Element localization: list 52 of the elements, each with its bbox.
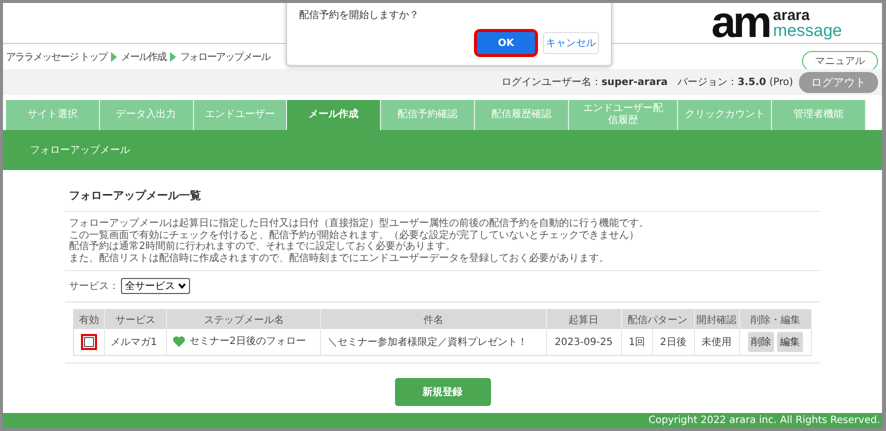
new-button[interactable]: 新規登録 — [394, 378, 490, 406]
logout-button[interactable]: ログアウト — [799, 72, 878, 92]
table-cell: 1回 — [621, 329, 652, 356]
breadcrumb-link[interactable]: メール作成 — [121, 50, 166, 64]
nav-tab[interactable]: サイト選択 — [6, 100, 100, 130]
description-text: フォローアップメールは起算日に指定した日付又は日付（直接指定）型ユーザー属性の前後の配信予約を自動的に行う機能です。 — [69, 218, 650, 230]
column-header: 起算日 — [546, 310, 622, 329]
table-cell: 未使用 — [694, 329, 740, 356]
nav-tab[interactable]: 管理者機能 — [772, 100, 866, 130]
enable-checkbox[interactable] — [84, 337, 94, 347]
table-cell: ＼セミナー参加者様限定／資料プレゼント！ — [320, 329, 546, 356]
column-header: 開封確認 — [694, 310, 740, 329]
column-header: サービス — [104, 310, 167, 329]
description-text: 配信予約は通常2時間前に行われますので、それまでに設定しておく必要があります。 — [69, 241, 456, 252]
column-header: ステップメール名 — [166, 310, 321, 329]
column-header: 削除・編集 — [739, 310, 812, 329]
table-cell: メルマガ1 — [104, 329, 167, 356]
service-select[interactable]: 全サービス — [121, 278, 190, 294]
logo-mark: am — [711, 6, 770, 40]
column-header: 有効 — [74, 310, 104, 329]
table-cell: 2日後 — [652, 329, 694, 356]
nav-tab[interactable]: メール作成 — [287, 100, 382, 130]
description-text: この一覧画面で有効にチェックを付けると、配信予約が開始されます。（必要な設定が完了していないとチェックできません） — [69, 230, 640, 240]
breadcrumb-link[interactable]: フォローアップメール — [180, 50, 270, 64]
logo-text: message — [773, 23, 842, 38]
section-title: フォローアップメール — [30, 144, 130, 157]
action-button[interactable]: 削除 — [748, 332, 774, 352]
column-header: 件名 — [320, 310, 546, 329]
dialog-message: 配信予約を開始しますか？ — [299, 9, 420, 22]
description-text: また、配信リストは配信時に作成されますので、配信時刻までにエンドユーザーデータを登録しておく必要があります。 — [69, 252, 610, 264]
nav-tab[interactable]: データ入出力 — [100, 100, 194, 130]
chevron-icon — [111, 52, 118, 62]
logo-text: arara — [773, 8, 811, 23]
chevron-icon — [170, 52, 176, 62]
nav-tab[interactable]: エンドユーザー配信履歴 — [568, 100, 678, 130]
cancel-button[interactable]: キャンセル — [543, 32, 599, 54]
filter-label: サービス： — [69, 280, 119, 293]
nav-tab[interactable]: 配信履歴確認 — [474, 100, 569, 130]
manual-button[interactable]: マニュアル — [802, 50, 878, 70]
panel-title: フォローアップメール一覧 — [65, 188, 820, 212]
table-cell-text: セミナー2日後のフォロー — [189, 335, 306, 348]
nav-tab[interactable]: エンドユーザー — [194, 100, 288, 130]
column-header: 配信パターン — [621, 310, 694, 329]
ok-button[interactable]: OK — [477, 32, 535, 54]
caret-icon — [178, 283, 186, 289]
nav-tab[interactable]: クリックカウント — [678, 100, 772, 130]
table-cell: 2023-09-25 — [546, 329, 622, 356]
nav-tab[interactable]: 配信予約確認 — [381, 100, 475, 130]
action-button[interactable]: 編集 — [776, 332, 803, 352]
login-info: ログインユーザー名：super-arara バージョン：3.5.0 (Pro) — [501, 76, 793, 89]
breadcrumb-link[interactable]: アララメッセージ トップ — [6, 50, 108, 64]
copyright-text: Copyright 2022 arara inc. All Rights Reserved. — [648, 415, 880, 426]
